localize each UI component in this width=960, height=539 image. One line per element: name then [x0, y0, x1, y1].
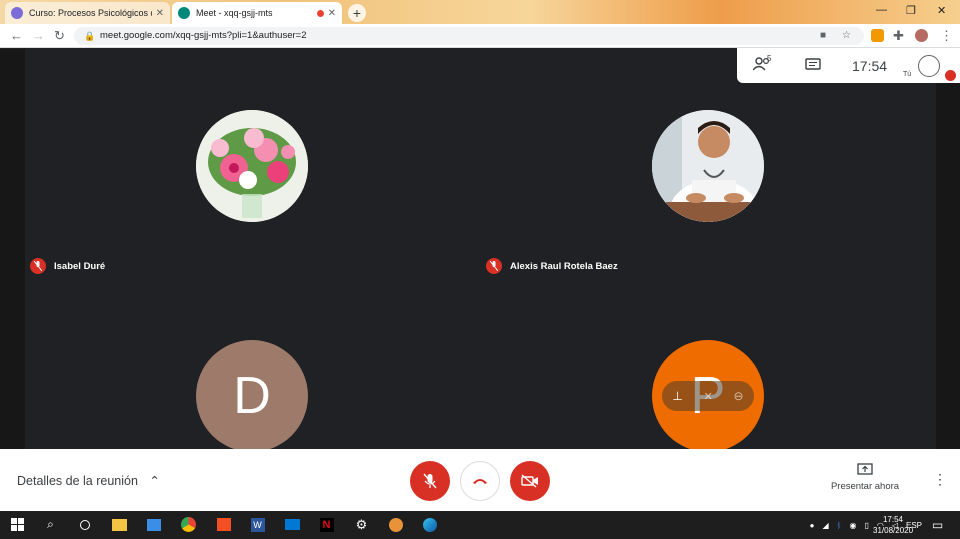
meeting-details-label: Detalles de la reunión	[17, 474, 138, 488]
update-tray-icon[interactable]: ◉	[849, 521, 856, 530]
netflix-icon[interactable]: N	[318, 516, 335, 533]
windows-start-icon[interactable]	[9, 516, 26, 533]
participant-avatar-alexis[interactable]	[652, 110, 764, 222]
taskbar-time: 17:54	[882, 515, 904, 524]
flowers-photo-icon	[196, 110, 308, 222]
camera-in-use-icon[interactable]: ■	[820, 27, 826, 45]
tab-close-icon[interactable]: ✕	[328, 8, 336, 19]
meeting-details-button[interactable]: Detalles de la reunión ⌃	[17, 473, 160, 488]
extensions-puzzle-icon[interactable]: ✚	[893, 28, 904, 44]
mic-off-icon	[30, 258, 46, 274]
notifications-icon[interactable]: ▭	[929, 516, 946, 533]
bookmark-star-icon[interactable]: ☆	[842, 27, 851, 45]
forward-arrow-icon[interactable]: →	[32, 28, 45, 43]
tab-close-icon[interactable]: ✕	[156, 8, 164, 19]
taskbar-clock[interactable]: 17:54 31/08/2020	[873, 514, 913, 536]
back-arrow-icon[interactable]: ←	[10, 28, 23, 43]
task-view-icon[interactable]	[76, 516, 93, 533]
participant-avatar-isabel[interactable]	[196, 110, 308, 222]
moodle-favicon-icon	[11, 7, 23, 19]
meeting-info-card: 5 17:54 Tú	[737, 48, 960, 83]
extension-orange-icon[interactable]	[871, 29, 884, 42]
mute-participant-icon[interactable]: ✕	[704, 390, 713, 403]
meet-favicon-icon	[178, 7, 190, 19]
tab-title: Curso: Procesos Psicológicos que	[29, 8, 152, 18]
participant-name: Isabel Duré	[54, 260, 106, 272]
taskbar-date: 31/08/2020	[873, 526, 914, 535]
restore-icon[interactable]: ❐	[906, 4, 916, 17]
tab-meet[interactable]: Meet - xqq-gsjj-mts ✕	[172, 2, 342, 24]
self-avatar[interactable]	[918, 55, 940, 77]
browser-toolbar: ← → ↻ 🔒 meet.google.com/xqq-gsjj-mts?pli…	[0, 24, 960, 48]
word-icon[interactable]: W	[249, 516, 266, 533]
store-icon[interactable]	[215, 516, 232, 533]
media-player-icon[interactable]	[145, 516, 162, 533]
tab-course[interactable]: Curso: Procesos Psicológicos que ✕	[5, 2, 170, 24]
file-explorer-icon[interactable]	[111, 516, 128, 533]
address-bar[interactable]: 🔒 meet.google.com/xqq-gsjj-mts?pli=1&aut…	[74, 27, 864, 45]
lock-icon: 🔒	[84, 31, 96, 41]
browser-tab-strip: Curso: Procesos Psicológicos que ✕ Meet …	[0, 0, 960, 24]
chrome-icon[interactable]	[180, 516, 197, 533]
stage-left-margin	[0, 49, 25, 449]
self-label: Tú	[903, 71, 912, 78]
camera-toggle-button[interactable]	[510, 461, 550, 501]
tile-hover-actions: ⊥ ✕ ⊖	[662, 381, 754, 411]
avatar-initial: D	[233, 367, 271, 425]
self-mic-off-icon	[945, 70, 956, 81]
bluetooth-icon[interactable]: ᛒ	[837, 521, 842, 530]
stage-right-margin	[936, 49, 960, 449]
leave-call-button[interactable]	[460, 461, 500, 501]
tab-title: Meet - xqq-gsjj-mts	[196, 8, 273, 18]
windows-taskbar: ⌕ W N ⚙ ● ◢ ᛒ ◉ ▯ ◠ ◁ ESP 17:54 31/08/20…	[0, 511, 960, 539]
settings-gear-icon[interactable]: ⚙	[353, 516, 370, 533]
hang-up-icon	[473, 479, 487, 484]
mic-off-icon	[423, 473, 437, 489]
recording-indicator-icon	[316, 9, 324, 17]
minimize-icon[interactable]: —	[876, 4, 887, 16]
chat-icon[interactable]	[805, 58, 821, 77]
participants-count: 5	[767, 54, 772, 63]
app-orange-icon[interactable]	[387, 516, 404, 533]
new-tab-button[interactable]: +	[348, 4, 366, 22]
participant-name-tag: Alexis Raul Rotela Baez	[486, 258, 618, 274]
battery-icon[interactable]: ▯	[864, 521, 868, 530]
microphone-tray-icon[interactable]: ●	[810, 521, 815, 530]
mic-off-icon	[486, 258, 502, 274]
camera-off-icon	[521, 474, 538, 488]
browser-menu-icon[interactable]: ⋮	[940, 28, 953, 44]
meet-control-bar: Detalles de la reunión ⌃ Presentar ahora…	[0, 449, 960, 511]
meet-stage: Isabel Duré Alexis Raul Rotela Baez D P	[0, 49, 960, 452]
pin-icon[interactable]: ⊥	[672, 389, 682, 403]
window-close-icon[interactable]: ✕	[937, 4, 946, 17]
more-options-icon[interactable]: ⋮	[933, 471, 947, 488]
chevron-up-icon: ⌃	[149, 474, 160, 488]
present-screen-icon	[857, 463, 873, 475]
network-icon[interactable]: ◢	[822, 521, 828, 530]
reload-icon[interactable]: ↻	[54, 28, 65, 44]
participant-name: Alexis Raul Rotela Baez	[510, 260, 618, 272]
present-now-button[interactable]: Presentar ahora	[822, 463, 908, 492]
edge-icon[interactable]	[421, 516, 438, 533]
profile-avatar[interactable]	[915, 29, 928, 42]
person-photo-icon	[652, 110, 764, 222]
url-text: meet.google.com/xqq-gsjj-mts?pli=1&authu…	[100, 30, 307, 41]
remove-participant-icon[interactable]: ⊖	[734, 389, 744, 403]
participant-avatar-d[interactable]: D	[196, 340, 308, 452]
present-now-label: Presentar ahora	[830, 481, 900, 492]
participant-name-tag: Isabel Duré	[30, 258, 105, 274]
meeting-clock: 17:54	[852, 58, 888, 74]
mail-icon[interactable]	[284, 516, 301, 533]
microphone-toggle-button[interactable]	[410, 461, 450, 501]
search-icon[interactable]: ⌕	[42, 516, 59, 533]
